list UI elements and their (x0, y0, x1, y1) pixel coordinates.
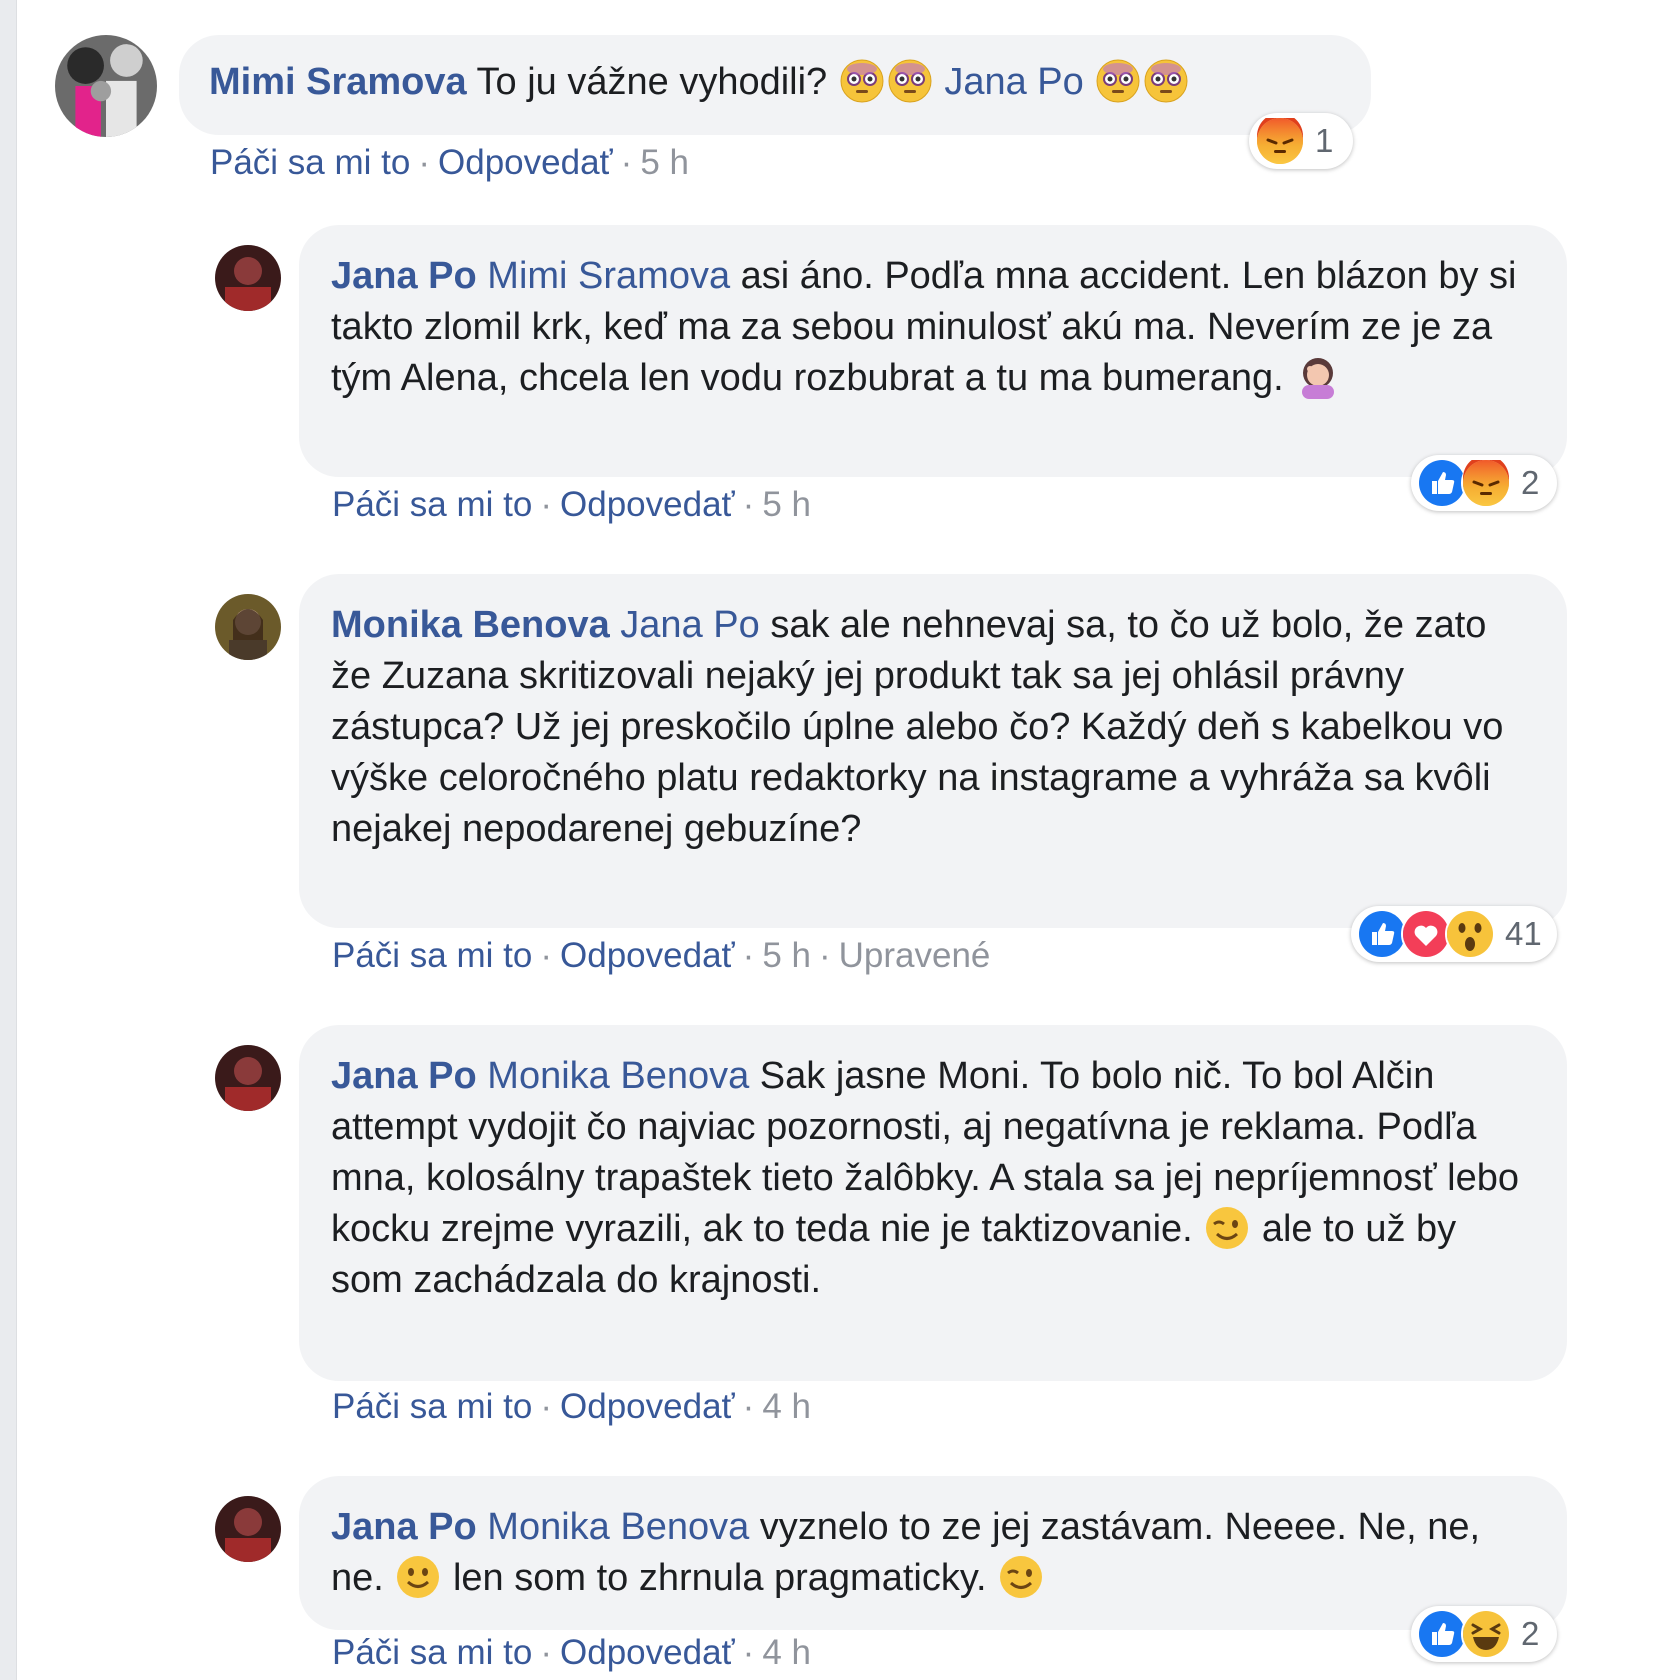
like-link[interactable]: Páči sa mi to (332, 1387, 532, 1426)
reply-link[interactable]: Odpovedať (560, 1387, 735, 1426)
reaction-count: 1 (1315, 122, 1334, 159)
flushed-emoji (887, 59, 932, 103)
comment-timestamp[interactable]: 5 h (762, 485, 811, 524)
reaction-summary[interactable]: 2 (1411, 1606, 1557, 1662)
comment-text: To ju vážne vyhodili? (476, 61, 828, 103)
reaction-summary[interactable]: 41 (1351, 906, 1557, 962)
comment-timestamp[interactable]: 5 h (640, 143, 689, 182)
comment-bubble: Jana Po Monika Benova vyznelo to ze jej … (299, 1476, 1567, 1630)
comment-bubble: Jana Po Mimi Sramova asi áno. Podľa mna … (299, 225, 1567, 477)
comment-actions: Páči sa mi to · Odpovedať · 4 h (332, 1387, 811, 1426)
like-reaction-icon (1417, 458, 1467, 508)
smile-emoji (396, 1555, 441, 1599)
reaction-summary[interactable]: 2 (1411, 455, 1557, 511)
reply-link[interactable]: Odpovedať (560, 485, 735, 524)
reply-link[interactable]: Odpovedať (560, 936, 735, 975)
reply-link[interactable]: Odpovedať (438, 143, 613, 182)
comment-bubble: Monika Benova Jana Po sak ale nehnevaj s… (299, 574, 1567, 928)
wink-emoji (999, 1555, 1044, 1599)
comment-timestamp[interactable]: 4 h (762, 1387, 811, 1426)
love-reaction-icon (1401, 909, 1451, 959)
edited-label[interactable]: Upravené (839, 936, 991, 975)
comment-bubble: Mimi Sramova To ju vážne vyhodili? Jana … (179, 35, 1371, 135)
avatar-jana-po[interactable] (215, 1045, 281, 1111)
comments-panel: Mimi Sramova To ju vážne vyhodili? Jana … (16, 0, 1680, 1680)
avatar-monika-benova[interactable] (215, 594, 281, 660)
reaction-count: 41 (1505, 915, 1542, 952)
comment-actions: Páči sa mi to · Odpovedať · 4 h (332, 1633, 811, 1672)
comment-mention[interactable]: Jana Po (944, 61, 1083, 103)
comment-mention[interactable]: Monika Benova (487, 1506, 749, 1548)
comment-actions: Páči sa mi to · Odpovedať · 5 h (332, 485, 811, 524)
avatar-jana-po[interactable] (215, 1496, 281, 1562)
comment-timestamp[interactable]: 5 h (762, 936, 811, 975)
comment-mention[interactable]: Mimi Sramova (487, 255, 730, 297)
reply-link[interactable]: Odpovedať (560, 1633, 735, 1672)
comment-bubble: Jana Po Monika Benova Sak jasne Moni. To… (299, 1025, 1567, 1381)
comment-author[interactable]: Jana Po (331, 1055, 477, 1097)
comment-author[interactable]: Jana Po (331, 1506, 477, 1548)
comment-author[interactable]: Monika Benova (331, 604, 610, 646)
laugh-reaction-icon (1461, 1609, 1511, 1659)
like-link[interactable]: Páči sa mi to (332, 1633, 532, 1672)
comment-mention[interactable]: Jana Po (620, 604, 759, 646)
comment-text: len som to zhrnula pragmaticky. (452, 1557, 987, 1599)
like-link[interactable]: Páči sa mi to (210, 143, 410, 182)
comment-author[interactable]: Jana Po (331, 255, 477, 297)
flushed-emoji (1144, 59, 1189, 103)
reaction-summary[interactable]: 1 (1249, 113, 1353, 169)
like-reaction-icon (1357, 909, 1407, 959)
comment-actions: Páči sa mi to · Odpovedať · 5 h (210, 143, 689, 182)
like-reaction-icon (1417, 1609, 1467, 1659)
comment-author[interactable]: Mimi Sramova (209, 61, 467, 103)
wow-reaction-icon (1445, 909, 1495, 959)
reaction-count: 2 (1521, 464, 1540, 501)
wink-emoji (1205, 1206, 1250, 1250)
avatar-jana-po[interactable] (215, 245, 281, 311)
like-link[interactable]: Páči sa mi to (332, 485, 532, 524)
flushed-emoji (1096, 59, 1141, 103)
reaction-count: 2 (1521, 1615, 1540, 1652)
comment-timestamp[interactable]: 4 h (762, 1633, 811, 1672)
comment-actions: Páči sa mi to · Odpovedať · 5 h · Upravené (332, 936, 991, 975)
angry-reaction-icon (1461, 458, 1511, 508)
facepalm-emoji (1296, 355, 1340, 399)
angry-reaction-icon (1255, 116, 1305, 166)
avatar-mimi-sramova[interactable] (55, 35, 157, 137)
flushed-emoji (839, 59, 884, 103)
comment-mention[interactable]: Monika Benova (487, 1055, 749, 1097)
like-link[interactable]: Páči sa mi to (332, 936, 532, 975)
